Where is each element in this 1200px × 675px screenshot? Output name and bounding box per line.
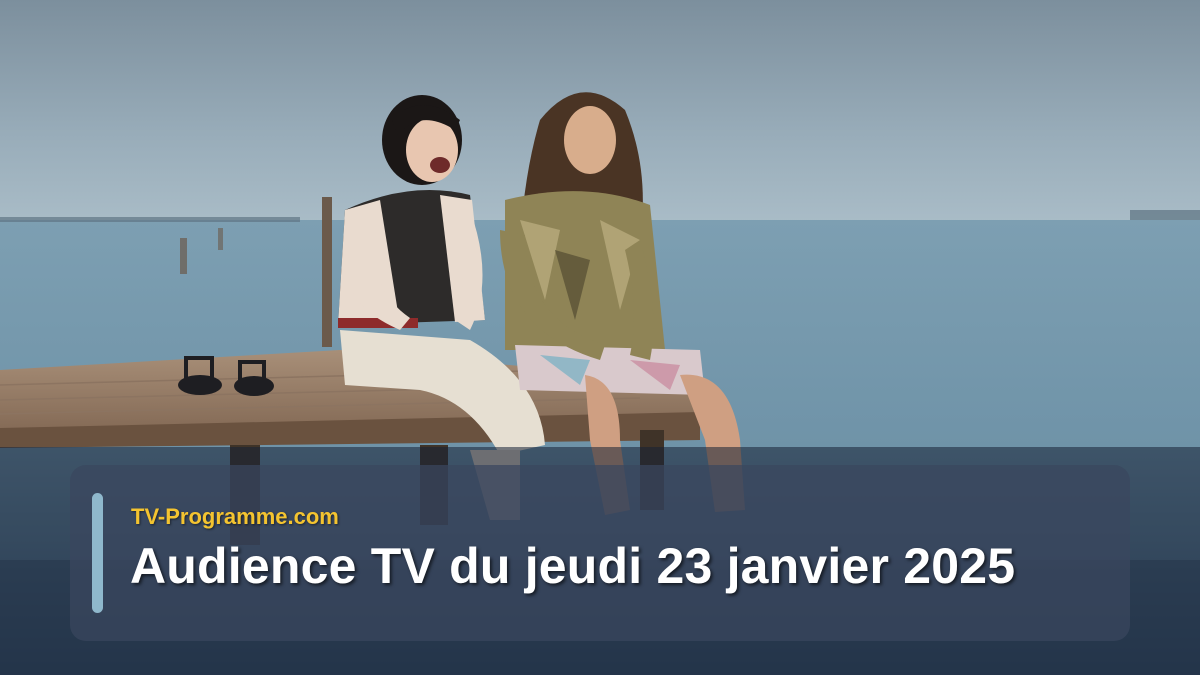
- accent-bar: [92, 493, 103, 613]
- article-headline[interactable]: Audience TV du jeudi 23 janvier 2025: [130, 537, 1015, 595]
- site-name-link[interactable]: TV-Programme.com: [131, 504, 339, 530]
- horizon-line: [0, 217, 300, 222]
- wooden-pole: [322, 197, 332, 347]
